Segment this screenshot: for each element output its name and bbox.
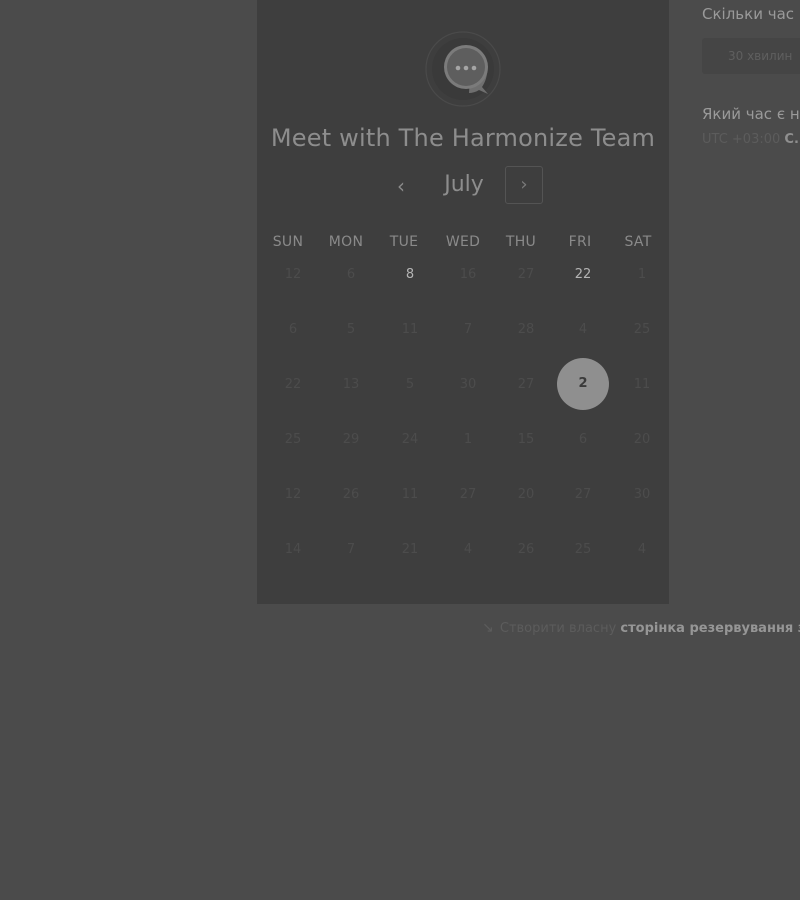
weekday-tue: TUE <box>389 234 419 250</box>
weekday-fri: FRI <box>568 234 592 250</box>
calendar-day: 11 <box>633 377 651 392</box>
calendar-day: 27 <box>459 487 477 502</box>
calendar-day: 20 <box>633 432 651 447</box>
calendar-day: 6 <box>346 267 356 282</box>
calendar-day: 16 <box>459 267 477 282</box>
calendar-day: 7 <box>346 542 356 557</box>
footer-lead-text: Створити власну <box>499 621 617 636</box>
calendar-day: 25 <box>574 542 592 557</box>
chat-bubble-icon <box>425 31 501 107</box>
calendar-day: 27 <box>517 377 535 392</box>
calendar-day: 22 <box>284 377 302 392</box>
weekday-wed: WED <box>445 234 481 250</box>
calendar-day: 1 <box>463 432 473 447</box>
calendar-day: 12 <box>284 487 302 502</box>
calendar-day: 14 <box>284 542 302 557</box>
arrow-icon: ↘ <box>482 620 494 636</box>
weekday-thu: THU <box>505 234 537 250</box>
month-label: July <box>444 172 484 197</box>
calendar-day: 7 <box>463 322 473 337</box>
calendar-day: 26 <box>517 542 535 557</box>
calendar-day: 30 <box>633 487 651 502</box>
next-month-button[interactable]: › <box>505 166 543 204</box>
calendar-day: 21 <box>401 542 419 557</box>
weekday-mon: MON <box>328 234 364 250</box>
weekday-sun: SUN <box>272 234 304 250</box>
calendar-day: 24 <box>401 432 419 447</box>
timezone-more: С... <box>784 132 800 147</box>
calendar-day: 27 <box>517 267 535 282</box>
calendar-day: 5 <box>346 322 356 337</box>
calendar-day-selected[interactable]: 2 <box>557 358 609 410</box>
calendar-day: 6 <box>288 322 298 337</box>
page-title: Meet with The Harmonize Team <box>270 124 656 152</box>
calendar-day: 4 <box>637 542 647 557</box>
calendar-day: 15 <box>517 432 535 447</box>
prev-month-button[interactable]: ‹ <box>388 174 414 198</box>
calendar-day: 28 <box>517 322 535 337</box>
calendar-day: 20 <box>517 487 535 502</box>
calendar-day: 30 <box>459 377 477 392</box>
calendar-day: 11 <box>401 487 419 502</box>
calendar-day: 5 <box>405 377 415 392</box>
calendar-day[interactable]: 22 <box>554 267 612 282</box>
time-label: Який час є н <box>702 105 800 123</box>
calendar-day: 13 <box>342 377 360 392</box>
calendar-day: 11 <box>401 322 419 337</box>
calendar-day: 25 <box>633 322 651 337</box>
duration-label: Скільки час <box>702 5 795 23</box>
calendar-day: 25 <box>284 432 302 447</box>
create-booking-page-link[interactable]: сторінка резервування зу <box>620 621 800 636</box>
duration-option-button[interactable]: 30 хвилин <box>702 38 800 74</box>
calendar-day: 12 <box>284 267 302 282</box>
calendar-day: 29 <box>342 432 360 447</box>
calendar-day: 26 <box>342 487 360 502</box>
weekday-sat: SAT <box>624 234 652 250</box>
calendar-day: 1 <box>637 267 647 282</box>
calendar-day: 27 <box>574 487 592 502</box>
timezone-selector[interactable]: UTC +03:00 С... <box>702 132 800 147</box>
calendar-day: 4 <box>578 322 588 337</box>
footer-promo: ↘ Створити власну сторінка резервування … <box>482 620 800 636</box>
timezone-value: UTC +03:00 <box>702 132 781 147</box>
calendar-day: 4 <box>463 542 473 557</box>
calendar-day[interactable]: 8 <box>381 267 439 282</box>
calendar-day: 6 <box>578 432 588 447</box>
